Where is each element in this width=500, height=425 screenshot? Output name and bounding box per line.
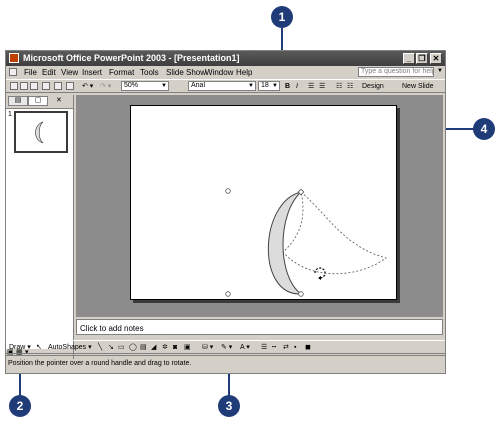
picture-icon[interactable]: ▣ [184,343,191,352]
slide-thumbnail-list: 1 [6,108,73,349]
fill-color-icon[interactable]: ⛁ ▾ [202,343,213,352]
dash-style-icon[interactable]: ┅ [272,343,276,352]
restore-button[interactable]: ❐ [416,53,428,64]
cut-icon[interactable] [54,82,62,90]
menu-insert[interactable]: Insert [82,68,102,77]
formatting-toolbar: ↶ ▾ ↷ ▾ 50% ▼ Arial ▼ 18 ▼ B I ☰ ☰ ☷ ☷ Desi… [6,79,445,93]
zoom-value: 50% [124,82,139,89]
numbering-icon[interactable]: ☷ [336,82,342,91]
slides-pane: ▤ ▢ ✕ 1 ▣ ▦ ▾ [6,95,74,359]
diagram-icon[interactable]: ✲ [162,343,168,352]
rectangle-icon[interactable]: ▭ [118,343,125,352]
menu-edit[interactable]: Edit [42,68,56,77]
menu-slide-show[interactable]: Slide Show [166,68,206,77]
callout-2: 2 [9,395,31,417]
arrow-icon[interactable]: ↘ [108,343,114,352]
font-size-select[interactable]: 18 ▼ [258,81,280,91]
pane-tabs: ▤ ▢ ✕ [8,96,72,107]
italic-button[interactable]: I [296,82,298,91]
callout-4: 4 [473,118,495,140]
help-search-input[interactable]: Type a question for help [358,67,434,77]
slide-canvas[interactable] [130,105,397,300]
notes-placeholder: Click to add notes [80,324,144,333]
chevron-down-icon: ▼ [272,83,278,89]
line-style-icon[interactable]: ☰ [261,343,267,352]
oval-icon[interactable]: ◯ [129,343,137,352]
tab-slides[interactable]: ▢ [28,96,48,106]
drawing-toolbar: Draw ▾ ↖ AutoShapes ▾ ╲ ↘ ▭ ◯ ▤ ◢ ✲ ◙ ▣ … [6,340,445,354]
menu-view[interactable]: View [61,68,78,77]
slide-thumbnail[interactable] [14,111,68,153]
moon-rotation-outline [282,190,387,275]
zoom-select[interactable]: 50% ▼ [121,81,169,91]
shadow-icon[interactable]: ▪ [294,343,296,352]
3d-icon[interactable]: ◼ [305,343,311,352]
moon-shape[interactable] [267,191,303,295]
close-button[interactable]: ✕ [430,53,442,64]
font-size-value: 18 [261,82,269,89]
design-button[interactable]: Design [362,82,384,91]
font-select[interactable]: Arial ▼ [188,81,256,91]
status-bar: Position the pointer over a round handle… [6,355,445,372]
new-slide-button[interactable]: New Slide [402,82,434,91]
chevron-down-icon: ▼ [161,83,167,89]
powerpoint-window: Microsoft Office PowerPoint 2003 - [Pres… [5,50,446,374]
callout-1: 1 [271,6,293,28]
font-color-icon[interactable]: A ▾ [240,343,250,352]
line-icon[interactable]: ╲ [98,343,102,352]
save-icon[interactable] [30,82,38,90]
redo-icon[interactable]: ↷ ▾ [100,82,111,91]
textbox-icon[interactable]: ▤ [140,343,147,352]
clipart-icon[interactable]: ◙ [173,343,177,352]
resize-handle-bottom-right[interactable] [298,291,304,297]
slide-editing-area [76,95,443,317]
powerpoint-app-icon [9,53,19,63]
menu-help[interactable]: Help [236,68,252,77]
open-icon[interactable] [20,82,28,90]
autoshapes-menu-button[interactable]: AutoShapes ▾ [48,343,92,352]
menu-file[interactable]: File [24,68,37,77]
bullets-icon[interactable]: ☷ [347,82,353,91]
draw-label: Draw [9,344,26,351]
rotate-pointer-icon [314,267,326,280]
thumbnail-moon [35,121,44,144]
chevron-down-icon[interactable]: ▼ [437,68,443,74]
align-center-icon[interactable]: ☰ [319,82,325,91]
menu-bar: File Edit View Insert Format Tools Slide… [6,66,445,79]
new-icon[interactable] [10,82,18,90]
menu-window[interactable]: Window [205,68,233,77]
select-objects-icon[interactable]: ↖ [36,343,42,352]
font-value: Arial [191,82,206,89]
resize-handle-top-left[interactable] [225,188,231,194]
document-icon [9,68,17,76]
title-bar: Microsoft Office PowerPoint 2003 - [Pres… [6,51,445,66]
notes-pane[interactable]: Click to add notes [76,319,443,335]
arrow-style-icon[interactable]: ⇄ [283,343,289,352]
menu-format[interactable]: Format [109,68,134,77]
menu-tools[interactable]: Tools [140,68,159,77]
chevron-down-icon: ▼ [248,83,254,89]
resize-handle-bottom-left[interactable] [225,291,231,297]
window-title: Microsoft Office PowerPoint 2003 - [Pres… [23,53,240,63]
pane-close-button[interactable]: ✕ [56,96,62,105]
minimize-button[interactable]: _ [403,53,415,64]
format-painter-icon[interactable] [66,82,74,90]
print-icon[interactable] [42,82,50,90]
undo-icon[interactable]: ↶ ▾ [82,82,93,91]
bold-button[interactable]: B [285,82,290,91]
moon-shape-drawing [225,188,387,297]
wordart-icon[interactable]: ◢ [151,343,156,352]
draw-menu-button[interactable]: Draw ▾ [9,343,31,352]
callout-3: 3 [218,395,240,417]
slide-number: 1 [8,111,12,118]
align-left-icon[interactable]: ☰ [308,82,314,91]
tab-outline[interactable]: ▤ [8,96,28,106]
line-color-icon[interactable]: ✎ ▾ [221,343,232,352]
autoshapes-label: AutoShapes [48,344,87,351]
